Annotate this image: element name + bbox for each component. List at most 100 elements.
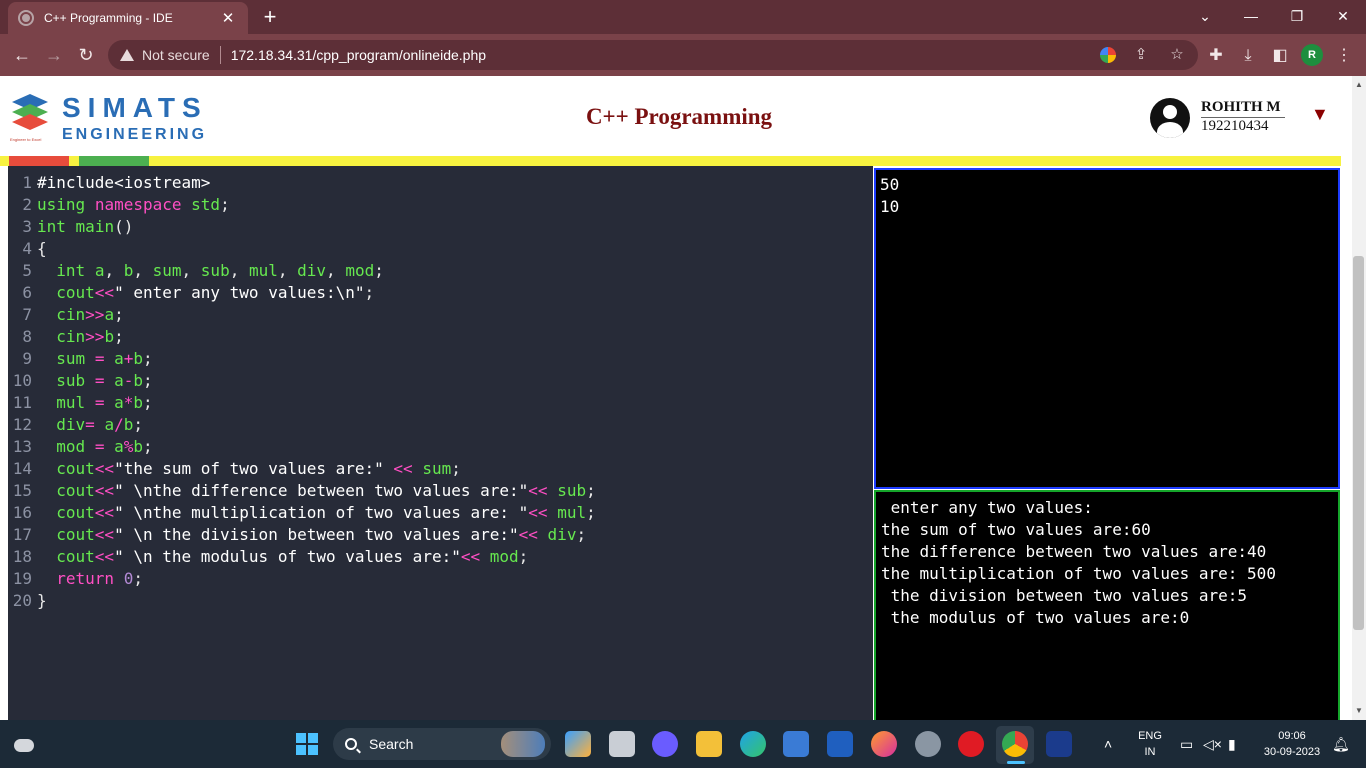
code-line[interactable]: 19 return 0;: [8, 568, 873, 590]
forward-icon[interactable]: →: [40, 42, 68, 68]
code-token: b: [123, 415, 134, 434]
code-line[interactable]: 2 using namespace std;: [8, 194, 873, 216]
code-token: }: [37, 591, 47, 610]
copilot-icon[interactable]: [565, 731, 591, 757]
line-number: 4: [22, 239, 32, 258]
weather-icon[interactable]: [12, 734, 36, 754]
extensions-icon[interactable]: ✚: [1204, 44, 1228, 68]
code-token: ;: [143, 349, 153, 368]
code-line[interactable]: 3 int main(): [8, 216, 873, 238]
google-lens-icon[interactable]: [1100, 47, 1116, 63]
user-avatar-icon[interactable]: [1150, 98, 1190, 138]
notification-bell-icon[interactable]: 🔔︎: [1332, 736, 1350, 753]
code-token: ;: [451, 459, 461, 478]
user-menu-caret-icon[interactable]: ▼: [1311, 104, 1329, 125]
task-view-icon[interactable]: [609, 731, 635, 757]
network-icon[interactable]: ▭: [1180, 736, 1193, 753]
code-token: <<: [393, 459, 413, 478]
download-icon[interactable]: ⤓: [1236, 44, 1260, 68]
bookmark-star-icon[interactable]: ☆: [1166, 44, 1188, 66]
code-line[interactable]: 10 sub = a-b;: [8, 370, 873, 392]
code-line[interactable]: 5 int a, b, sum, sub, mul, div, mod;: [8, 260, 873, 282]
code-line[interactable]: 11 mul = a*b;: [8, 392, 873, 414]
security-label[interactable]: Not secure: [142, 47, 210, 63]
window-close-icon[interactable]: ✕: [1320, 0, 1366, 34]
code-line[interactable]: 1 #include<iostream>: [8, 172, 873, 194]
opera-icon[interactable]: [958, 731, 984, 757]
code-token: mod: [56, 437, 86, 456]
edge-icon[interactable]: [740, 731, 766, 757]
battery-icon[interactable]: ▮: [1228, 736, 1236, 753]
profile-avatar[interactable]: R: [1301, 44, 1323, 66]
close-tab-icon[interactable]: ✕: [218, 9, 238, 27]
code-token: a: [94, 261, 105, 280]
code-token: mod: [345, 261, 375, 280]
code-line[interactable]: 6 cout<<" enter any two values:\n";: [8, 282, 873, 304]
clock-date[interactable]: 30-09-2023: [1256, 746, 1328, 758]
code-line[interactable]: 20}: [8, 590, 873, 612]
code-token: ;: [133, 569, 143, 588]
code-line[interactable]: 16 cout<<" \nthe multiplication of two v…: [8, 502, 873, 524]
code-line[interactable]: 18 cout<<" \n the modulus of two values …: [8, 546, 873, 568]
chrome-icon[interactable]: [1002, 731, 1028, 757]
tab-search-icon[interactable]: ⌄: [1182, 0, 1228, 34]
code-token: ;: [114, 305, 124, 324]
volume-muted-icon[interactable]: ◁×: [1203, 736, 1222, 753]
code-editor[interactable]: 1 #include<iostream> 2 using namespace std;…: [8, 166, 873, 720]
code-line[interactable]: 4{: [8, 238, 873, 260]
code-line[interactable]: 15 cout<<" \nthe difference between two …: [8, 480, 873, 502]
code-token: <<: [94, 283, 115, 302]
stdin-input-panel[interactable]: 50 10: [874, 168, 1340, 489]
side-panel-icon[interactable]: ◧: [1268, 44, 1292, 68]
code-text: #include<iostream>: [37, 172, 210, 194]
firefox-icon[interactable]: [871, 731, 897, 757]
back-icon[interactable]: ←: [8, 42, 36, 68]
code-line[interactable]: 9 sum = a+b;: [8, 348, 873, 370]
browser-tab[interactable]: C++ Programming - IDE ✕: [8, 2, 248, 34]
code-line[interactable]: 17 cout<<" \n the division between two v…: [8, 524, 873, 546]
scrollbar-thumb[interactable]: [1353, 256, 1364, 630]
code-token: =: [94, 393, 105, 412]
scroll-up-icon[interactable]: ▲: [1352, 78, 1366, 92]
taskbar-search[interactable]: Search: [333, 728, 551, 760]
browser-menu-icon[interactable]: ⋮: [1332, 44, 1356, 68]
share-icon[interactable]: ⇪: [1130, 44, 1152, 66]
show-hidden-icons-icon[interactable]: ˄: [1104, 736, 1112, 752]
restore-icon[interactable]: ❐: [1274, 0, 1320, 34]
color-strip-green: [79, 156, 149, 166]
text-app-icon[interactable]: [1046, 731, 1072, 757]
code-token: +: [123, 349, 134, 368]
code-token: main: [75, 217, 115, 236]
code-line[interactable]: 14 cout<<"the sum of two values are:" <<…: [8, 458, 873, 480]
settings-gear-icon[interactable]: [915, 731, 941, 757]
code-token: ;: [364, 283, 375, 302]
reload-icon[interactable]: ↻: [72, 42, 100, 68]
file-explorer-icon[interactable]: [696, 731, 722, 757]
language-top[interactable]: ENG: [1134, 730, 1166, 742]
store-icon[interactable]: [783, 731, 809, 757]
scroll-down-icon[interactable]: ▼: [1352, 704, 1366, 718]
code-line[interactable]: 7 cin>>a;: [8, 304, 873, 326]
url-text[interactable]: 172.18.34.31/cpp_program/onlineide.php: [231, 47, 486, 63]
chat-icon[interactable]: [652, 731, 678, 757]
code-line[interactable]: 12 div= a/b;: [8, 414, 873, 436]
color-strip: [0, 156, 1341, 166]
code-line[interactable]: 8 cin>>b;: [8, 326, 873, 348]
code-line[interactable]: 13 mod = a%b;: [8, 436, 873, 458]
code-token: 0: [123, 569, 134, 588]
code-token: >>: [85, 327, 105, 346]
minimize-icon[interactable]: —: [1228, 0, 1274, 34]
hp-app-icon[interactable]: [827, 731, 853, 757]
clock-time[interactable]: 09:06: [1258, 730, 1326, 742]
windows-start-icon[interactable]: [296, 733, 318, 755]
language-bottom[interactable]: IN: [1134, 746, 1166, 758]
code-token: ,: [229, 261, 249, 280]
new-tab-button[interactable]: +: [256, 4, 284, 30]
address-bar[interactable]: Not secure 172.18.34.31/cpp_program/onli…: [108, 40, 1198, 70]
